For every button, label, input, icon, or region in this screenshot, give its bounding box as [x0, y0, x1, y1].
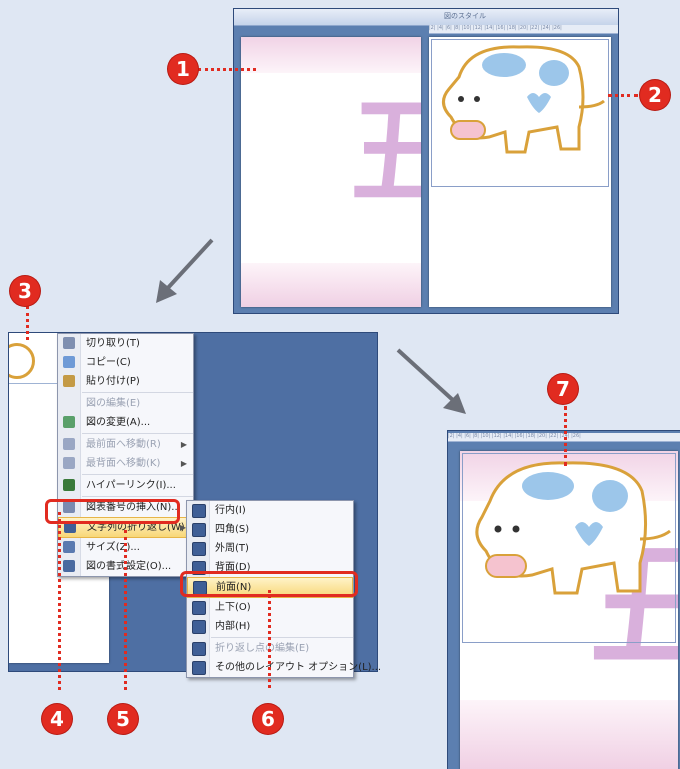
result-page: 丑	[460, 451, 678, 769]
context-menu-item-label: 最前面へ移動(R)	[86, 439, 161, 450]
ribbon-group-label: 図のスタイル	[444, 12, 486, 20]
context-menu-item[interactable]: 切り取り(T)	[58, 334, 193, 353]
menu-separator	[82, 392, 193, 393]
leader-7	[564, 406, 567, 466]
highlight-wrap-text	[45, 499, 180, 524]
context-menu-item[interactable]: 最前面へ移動(R) ▶	[58, 435, 193, 454]
wrap-style-icon	[192, 542, 206, 556]
wrap-option-label: 行内(I)	[215, 505, 246, 516]
wrap-option-item[interactable]: 外周(T)	[187, 539, 353, 558]
bring-front-icon	[63, 438, 75, 450]
format-icon	[63, 560, 75, 572]
callout-5: 5	[108, 704, 138, 734]
leader-6	[268, 590, 271, 688]
callout-7: 7	[548, 374, 578, 404]
arrow-down-right	[396, 348, 466, 414]
selection-frame-result	[462, 453, 676, 643]
left-page: 丑	[241, 37, 421, 307]
wrap-option-label: その他のレイアウト オプション(L)...	[215, 662, 382, 673]
wrap-option-label: 外周(T)	[215, 543, 249, 554]
menu-separator	[211, 637, 353, 638]
context-menu-item[interactable]: 最背面へ移動(K) ▶	[58, 454, 193, 473]
context-menu-item[interactable]: コピー(C)	[58, 353, 193, 372]
wrap-option-item[interactable]: 四角(S)	[187, 520, 353, 539]
wrap-style-icon	[192, 620, 206, 634]
menu-separator	[82, 496, 193, 497]
callout-4: 4	[42, 704, 72, 734]
wrap-option-item[interactable]: 行内(I)	[187, 501, 353, 520]
context-menu-item-label: コピー(C)	[86, 357, 131, 368]
leader-2	[608, 94, 638, 97]
submenu-arrow-icon: ▶	[180, 440, 187, 449]
size-icon	[63, 541, 75, 553]
context-menu-item-label: サイズ(Z)...	[86, 542, 140, 553]
wrap-option-label: 折り返し点の編集(E)	[215, 643, 310, 654]
context-menu-item-label: 最背面へ移動(K)	[86, 458, 161, 469]
leader-1	[198, 68, 256, 71]
submenu-arrow-icon: ▶	[180, 459, 187, 468]
context-menu-item[interactable]: 貼り付け(P)	[58, 372, 193, 391]
context-menu-item-label: ハイパーリンク(I)...	[86, 480, 176, 491]
menu-separator	[82, 433, 193, 434]
wrap-style-icon	[192, 504, 206, 518]
kanji-ushi: 丑	[351, 97, 421, 207]
selection-frame	[431, 39, 609, 187]
arrow-down-left	[156, 238, 214, 303]
menu-separator	[82, 474, 193, 475]
context-menu-item-label: 図の書式設定(O)...	[86, 561, 172, 572]
wrap-option-label: 四角(S)	[215, 524, 250, 535]
wrap-style-icon	[192, 661, 206, 675]
hyperlink-icon	[63, 479, 75, 491]
callout-6: 6	[253, 704, 283, 734]
callout-2: 2	[640, 80, 670, 110]
ruler: |2| |4| |6| |8| |10| |12| |14| |16| |18|…	[429, 25, 618, 34]
context-menu-item[interactable]: 図の編集(E)	[58, 394, 193, 413]
cow-fragment	[9, 343, 35, 379]
copy-icon	[63, 356, 75, 368]
right-page	[429, 37, 611, 307]
context-menu-item-label: 図の編集(E)	[86, 398, 141, 409]
scissors-icon	[63, 337, 75, 349]
callout-3: 3	[10, 276, 40, 306]
context-menu-item[interactable]: ハイパーリンク(I)...	[58, 476, 193, 495]
context-menu-item-label: 図の変更(A)...	[86, 417, 151, 428]
context-menu-item[interactable]: 図の変更(A)...	[58, 413, 193, 432]
top-screenshot: 図のスタイル |2| |4| |6| |8| |10| |12| |14| |1…	[233, 8, 619, 314]
leader-4	[58, 512, 61, 690]
change-picture-icon	[63, 416, 75, 428]
leader-5	[124, 530, 127, 690]
paste-icon	[63, 375, 75, 387]
callout-1: 1	[168, 54, 198, 84]
context-menu-item-label: 貼り付け(P)	[86, 376, 140, 387]
wrap-option-label: 内部(H)	[215, 621, 251, 632]
wrap-style-icon	[192, 642, 206, 656]
wrap-option-label: 上下(O)	[215, 602, 251, 613]
result-screenshot: |2| |4| |6| |8| |10| |12| |14| |16| |18|…	[447, 430, 680, 769]
context-menu-item-label: 切り取り(T)	[86, 338, 140, 349]
wrap-style-icon	[192, 523, 206, 537]
leader-3	[26, 306, 29, 340]
title-bar: 図のスタイル	[234, 9, 618, 26]
wrap-style-icon	[192, 601, 206, 615]
send-back-icon	[63, 457, 75, 469]
